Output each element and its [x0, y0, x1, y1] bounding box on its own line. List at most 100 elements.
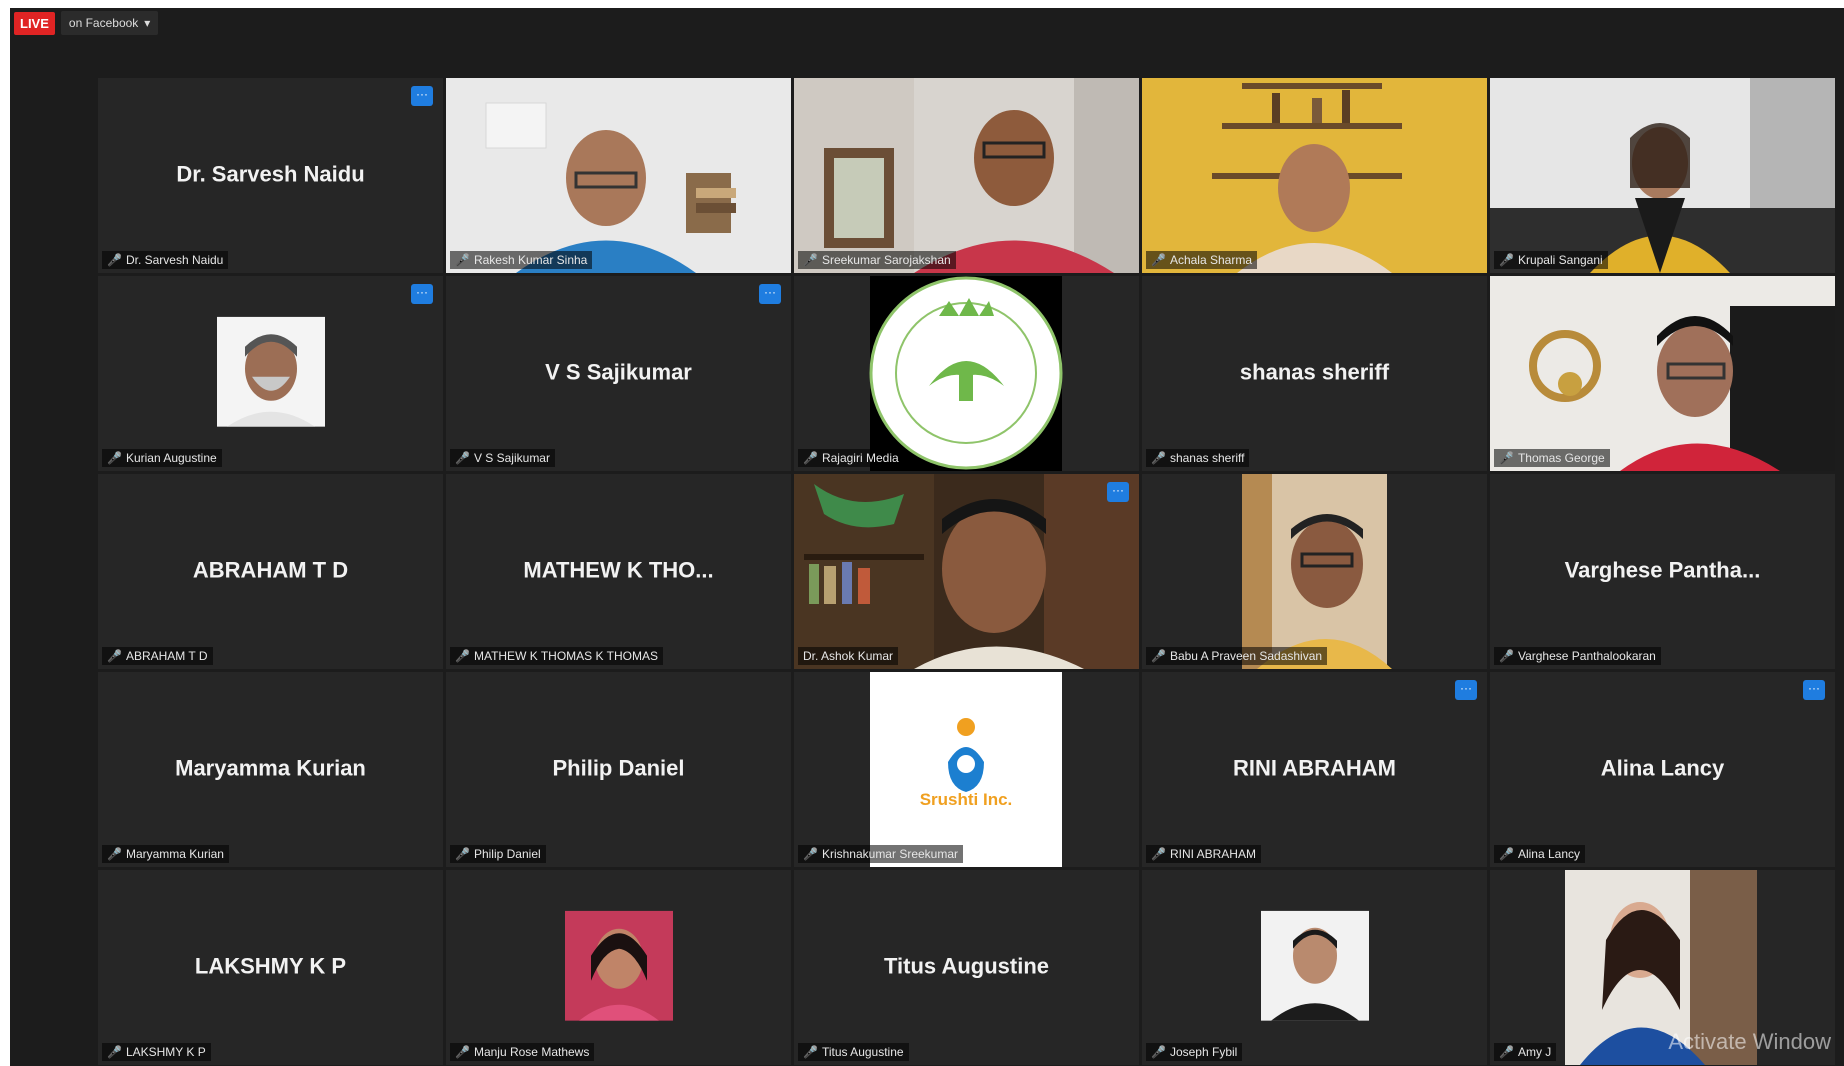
name-tag: 🎤 Maryamma Kurian: [102, 845, 229, 863]
organisation-logo: [794, 276, 1139, 471]
participant-tile[interactable]: 🎤 Babu A Praveen Sadashivan: [1142, 474, 1487, 669]
mic-muted-icon: 🎤: [1151, 847, 1166, 861]
name-tag: 🎤 ABRAHAM T D: [102, 647, 213, 665]
mic-muted-icon: 🎤: [803, 1045, 818, 1059]
name-tag: 🎤 Rajagiri Media: [798, 449, 904, 467]
name-tag-label: MATHEW K THOMAS K THOMAS: [473, 649, 658, 663]
participant-tile[interactable]: 🎤 Joseph Fybil: [1142, 870, 1487, 1065]
participant-tile[interactable]: Activate Window 🎤 Amy J: [1490, 870, 1835, 1065]
name-tag: 🎤 Kurian Augustine: [102, 449, 222, 467]
more-options-button[interactable]: ···: [411, 284, 433, 304]
active-speaker-tile[interactable]: ··· Dr. Ashok Kumar: [794, 474, 1139, 669]
participant-tile[interactable]: Alina Lancy ··· 🎤 Alina Lancy: [1490, 672, 1835, 867]
name-tag: 🎤 Alina Lancy: [1494, 845, 1585, 863]
name-tag-label: Babu A Praveen Sadashivan: [1169, 649, 1323, 663]
profile-picture: [216, 316, 325, 427]
participant-name: MATHEW K THO...: [523, 557, 714, 583]
name-tag: 🎤 Manju Rose Mathews: [450, 1043, 595, 1061]
name-tag: 🎤 Amy J: [1494, 1043, 1557, 1061]
participant-grid: Dr. Sarvesh Naidu ··· 🎤 Dr. Sarvesh Naidu…: [98, 78, 1835, 1065]
name-tag: 🎤 LAKSHMY K P: [102, 1043, 211, 1061]
name-tag: 🎤 Joseph Fybil: [1146, 1043, 1243, 1061]
mic-muted-icon: 🎤: [107, 649, 122, 663]
name-tag-label: shanas sheriff: [1169, 451, 1245, 465]
participant-tile[interactable]: 🎤 Rakesh Kumar Sinha: [446, 78, 791, 273]
name-tag: 🎤 Dr. Sarvesh Naidu: [102, 251, 229, 269]
participant-tile[interactable]: ABRAHAM T D 🎤 ABRAHAM T D: [98, 474, 443, 669]
mic-muted-icon: 🎤: [455, 451, 470, 465]
name-tag-label: LAKSHMY K P: [125, 1045, 206, 1059]
more-options-button[interactable]: ···: [1803, 680, 1825, 700]
name-tag-label: Joseph Fybil: [1169, 1045, 1238, 1059]
name-tag-label: Amy J: [1517, 1045, 1552, 1059]
live-badge[interactable]: LIVE: [14, 11, 55, 35]
participant-tile[interactable]: Philip Daniel 🎤 Philip Daniel: [446, 672, 791, 867]
participant-name: ABRAHAM T D: [192, 557, 349, 583]
participant-tile[interactable]: Maryamma Kurian 🎤 Maryamma Kurian: [98, 672, 443, 867]
name-tag-label: Krishnakumar Sreekumar: [821, 847, 959, 861]
participant-tile[interactable]: 🎤 Krupali Sangani: [1490, 78, 1835, 273]
participant-name: Philip Daniel: [552, 755, 685, 781]
name-tag: 🎤 MATHEW K THOMAS K THOMAS: [450, 647, 663, 665]
name-tag-label: Rakesh Kumar Sinha: [473, 253, 588, 267]
participant-tile[interactable]: V S Sajikumar ··· 🎤 V S Sajikumar: [446, 276, 791, 471]
video-feed: [1142, 78, 1487, 273]
participant-tile[interactable]: 🎤 Manju Rose Mathews: [446, 870, 791, 1065]
participant-tile[interactable]: 🎤 Rajagiri Media: [794, 276, 1139, 471]
participant-tile[interactable]: 🎤 Sreekumar Sarojakshan: [794, 78, 1139, 273]
mic-muted-icon: 🎤: [803, 253, 818, 267]
name-tag-label: Dr. Sarvesh Naidu: [125, 253, 224, 267]
name-tag: 🎤 shanas sheriff: [1146, 449, 1250, 467]
name-tag: 🎤 Philip Daniel: [450, 845, 546, 863]
participant-name: RINI ABRAHAM: [1233, 755, 1396, 781]
name-tag: 🎤 Krishnakumar Sreekumar: [798, 845, 964, 863]
participant-tile[interactable]: 🎤 Achala Sharma: [1142, 78, 1487, 273]
mic-muted-icon: 🎤: [1499, 253, 1514, 267]
name-tag-label: Krupali Sangani: [1517, 253, 1603, 267]
video-feed: [1490, 276, 1835, 471]
mic-muted-icon: 🎤: [1499, 649, 1514, 663]
video-feed: [794, 474, 1139, 669]
profile-picture: [1260, 910, 1369, 1021]
name-tag: 🎤 Titus Augustine: [798, 1043, 909, 1061]
more-options-button[interactable]: ···: [411, 86, 433, 106]
mic-muted-icon: 🎤: [803, 847, 818, 861]
name-tag-label: Thomas George: [1517, 451, 1605, 465]
participant-tile[interactable]: Titus Augustine 🎤 Titus Augustine: [794, 870, 1139, 1065]
profile-logo: Srushti Inc.: [870, 672, 1062, 867]
name-tag-label: Titus Augustine: [821, 1045, 904, 1059]
participant-name: shanas sheriff: [1239, 359, 1390, 385]
more-options-button[interactable]: ···: [1107, 482, 1129, 502]
participant-tile[interactable]: LAKSHMY K P 🎤 LAKSHMY K P: [98, 870, 443, 1065]
participant-tile[interactable]: ··· 🎤 Kurian Augustine: [98, 276, 443, 471]
participant-tile[interactable]: Srushti Inc. 🎤 Krishnakumar Sreekumar: [794, 672, 1139, 867]
participant-tile[interactable]: MATHEW K THO... 🎤 MATHEW K THOMAS K THOMA…: [446, 474, 791, 669]
name-tag-label: Achala Sharma: [1169, 253, 1252, 267]
participant-name: Alina Lancy: [1600, 755, 1725, 781]
name-tag: 🎤 RINI ABRAHAM: [1146, 845, 1261, 863]
mic-muted-icon: 🎤: [1151, 1045, 1166, 1059]
name-tag: 🎤 Varghese Panthalookaran: [1494, 647, 1661, 665]
mic-muted-icon: 🎤: [455, 847, 470, 861]
participant-tile[interactable]: Varghese Pantha... 🎤 Varghese Panthalooka…: [1490, 474, 1835, 669]
video-feed: [1490, 78, 1835, 273]
meeting-window: LIVE on Facebook ▾ Dr. Sarvesh Naidu ···…: [10, 8, 1844, 1066]
name-tag-label: Sreekumar Sarojakshan: [821, 253, 951, 267]
name-tag: 🎤 Krupali Sangani: [1494, 251, 1608, 269]
participant-tile[interactable]: shanas sheriff 🎤 shanas sheriff: [1142, 276, 1487, 471]
facebook-stream-button[interactable]: on Facebook ▾: [60, 11, 159, 35]
video-feed: [446, 78, 791, 273]
participant-tile[interactable]: 🎤 Thomas George: [1490, 276, 1835, 471]
participant-name: Varghese Pantha...: [1564, 557, 1761, 583]
mic-muted-icon: 🎤: [1151, 649, 1166, 663]
name-tag-label: Philip Daniel: [473, 847, 541, 861]
name-tag: 🎤 Thomas George: [1494, 449, 1610, 467]
name-tag: 🎤 Achala Sharma: [1146, 251, 1257, 269]
mic-muted-icon: 🎤: [1499, 1045, 1514, 1059]
participant-name: Dr. Sarvesh Naidu: [176, 161, 365, 187]
more-options-button[interactable]: ···: [1455, 680, 1477, 700]
more-options-button[interactable]: ···: [759, 284, 781, 304]
participant-tile[interactable]: Dr. Sarvesh Naidu ··· 🎤 Dr. Sarvesh Naidu: [98, 78, 443, 273]
name-tag: 🎤 Rakesh Kumar Sinha: [450, 251, 593, 269]
participant-tile[interactable]: RINI ABRAHAM ··· 🎤 RINI ABRAHAM: [1142, 672, 1487, 867]
